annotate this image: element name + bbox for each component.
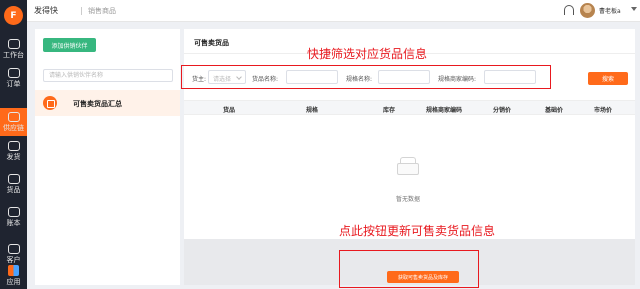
avatar[interactable]: [580, 3, 595, 18]
empty-state-text: 暂无数据: [396, 196, 421, 203]
empty-box-icon: [397, 157, 419, 175]
left-nav: F 工作台 订单 供应链 发货 货品 账本 客户 应用: [0, 0, 27, 289]
filter-bar: 货主: 请选择 货品名称: 规格名称: 规格商家编码:: [181, 65, 551, 89]
column-header-market-price: 市场价: [594, 107, 613, 114]
goods-name-input[interactable]: [286, 70, 338, 84]
filter-annotation: 快捷筛选对应货品信息: [307, 47, 428, 61]
chevron-down-icon[interactable]: [631, 7, 637, 11]
column-header-base-price: 基础价: [545, 107, 564, 114]
nav-item-apps[interactable]: 应用: [0, 262, 27, 289]
nav-item-label: 应用: [6, 278, 21, 286]
nav-item-label: 工作台: [3, 51, 24, 59]
order-icon: [7, 68, 20, 78]
main-panel: 可售卖货品 快捷筛选对应货品信息 货主: 请选择 货品名称: 规格名称: 规格商…: [181, 29, 635, 288]
customer-icon: [7, 244, 20, 254]
app-title: 发得快: [34, 6, 58, 15]
supplier-select-value: 请选择: [213, 76, 232, 83]
update-annotation: 点此按钮更新可售卖货品信息: [339, 224, 496, 238]
column-header-goods: 货品: [223, 107, 236, 114]
list-item-goods-summary[interactable]: 可售卖货品汇总: [35, 90, 180, 116]
spec-name-label: 规格名称:: [346, 76, 373, 83]
column-header-spec-code: 规格商家编码: [426, 107, 463, 114]
spec-code-input[interactable]: [484, 70, 536, 84]
search-button[interactable]: 搜索: [588, 72, 628, 85]
column-header-stock: 库存: [383, 107, 396, 114]
add-partner-button[interactable]: 添加供销伙伴: [43, 38, 96, 52]
headset-icon[interactable]: [564, 5, 574, 15]
ledger-icon: [7, 207, 20, 217]
truck-icon: [7, 141, 20, 151]
title-divider: [81, 7, 82, 15]
list-item-label: 可售卖货品汇总: [73, 100, 122, 108]
nav-item-ledger[interactable]: 账本: [0, 203, 27, 231]
column-header-distribution-price: 分销价: [493, 107, 512, 114]
goods-summary-icon: [43, 96, 57, 110]
page-title: 可售卖货品: [194, 39, 229, 47]
column-header-spec: 规格: [306, 107, 319, 114]
partner-panel: 添加供销伙伴 可售卖货品汇总: [35, 29, 180, 285]
nav-item-shipping[interactable]: 发货: [0, 137, 27, 165]
page-subtitle: 销售商品: [88, 7, 116, 15]
apps-icon: [8, 265, 19, 276]
partner-search-input[interactable]: [43, 69, 173, 82]
goods-name-label: 货品名称:: [252, 76, 279, 83]
nav-item-label: 货品: [6, 186, 21, 194]
table-header: 货品 规格 库存 规格商家编码 分销价 基础价 市场价: [184, 100, 635, 115]
nav-item-label: 账本: [6, 219, 21, 227]
spec-name-input[interactable]: [378, 70, 430, 84]
supply-chain-icon: [7, 112, 20, 122]
nav-item-orders[interactable]: 订单: [0, 64, 27, 92]
brand-logo[interactable]: F: [4, 6, 23, 25]
nav-item-label: 发货: [6, 153, 21, 161]
spec-code-label: 规格商家编码:: [438, 76, 477, 83]
top-bar: 发得快 销售商品 曹老板a: [27, 0, 640, 22]
goods-icon: [7, 174, 20, 184]
fetch-goods-inventory-button[interactable]: 获取可售卖货品及库存: [387, 271, 459, 283]
nav-item-label: 订单: [6, 80, 21, 88]
nav-item-goods[interactable]: 货品: [0, 170, 27, 198]
nav-item-label: 供应链: [3, 124, 24, 132]
nav-item-supply-chain[interactable]: 供应链: [0, 108, 27, 136]
chevron-down-icon: [236, 74, 242, 80]
nav-item-dashboard[interactable]: 工作台: [0, 35, 27, 63]
supplier-select[interactable]: 请选择: [208, 70, 246, 84]
supplier-label: 货主:: [192, 76, 207, 83]
dashboard-icon: [7, 39, 20, 49]
user-name[interactable]: 曹老板a: [599, 6, 621, 15]
